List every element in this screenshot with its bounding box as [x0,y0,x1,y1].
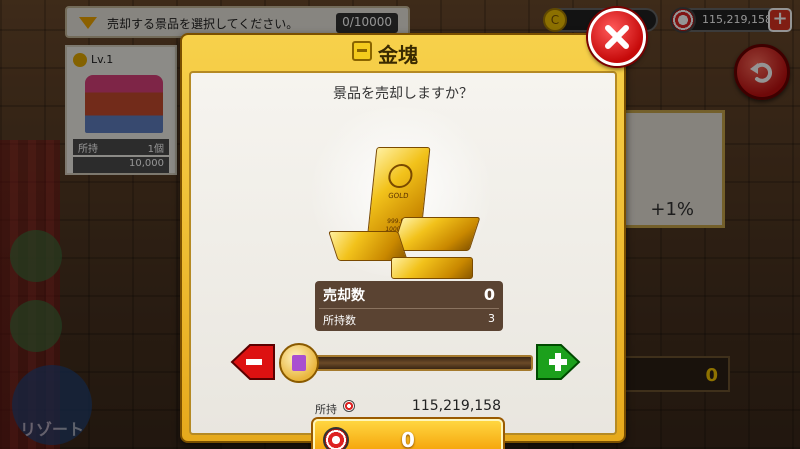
sell-stats-panel: 売却数 0 所持数 3 [315,281,503,331]
quantity-slider-track[interactable] [283,355,533,371]
gold-logo-icon [387,164,414,188]
close-dialog-button[interactable] [588,8,646,66]
minus-icon [246,359,262,365]
increase-button[interactable] [535,343,581,381]
gold-bar-right [391,217,481,251]
dialog-body: 景品を売却しますか？ GOLD 999.9 1000g 売却数 0 所持数 3 [189,71,617,449]
sell-question: 景品を売却しますか？ [333,86,473,102]
gold-bars-image: GOLD 999.9 1000g [301,107,501,279]
sell-count-value: 0 [483,285,495,304]
sell-dialog: 金塊 景品を売却しますか？ GOLD 999.9 1000g 売却数 0 所持数 [180,33,626,449]
owned-money-value: 115,219,158 [411,398,501,414]
owned-count-label: 所持数 [323,314,356,327]
dialog-title: 金塊 [378,43,418,67]
prize-box-icon [352,41,372,61]
sell-count-label: 売却数 [323,288,365,304]
casino-chip-small-icon [343,400,355,412]
confirm-sell-button[interactable]: 0 [313,419,503,449]
stats-divider [319,308,499,309]
quantity-slider-knob[interactable] [279,343,319,383]
gold-bar-bottom [391,257,473,279]
owned-money-label: 所持 [315,403,337,416]
sell-count-row: 売却数 0 [323,285,495,305]
gold-bar-label: GOLD [387,192,409,200]
decrease-button[interactable] [230,343,276,381]
owned-count-value: 3 [488,312,495,325]
owned-count-row: 所持数 3 [323,312,495,328]
sell-price-value: 0 [401,428,415,449]
close-icon [605,25,629,49]
